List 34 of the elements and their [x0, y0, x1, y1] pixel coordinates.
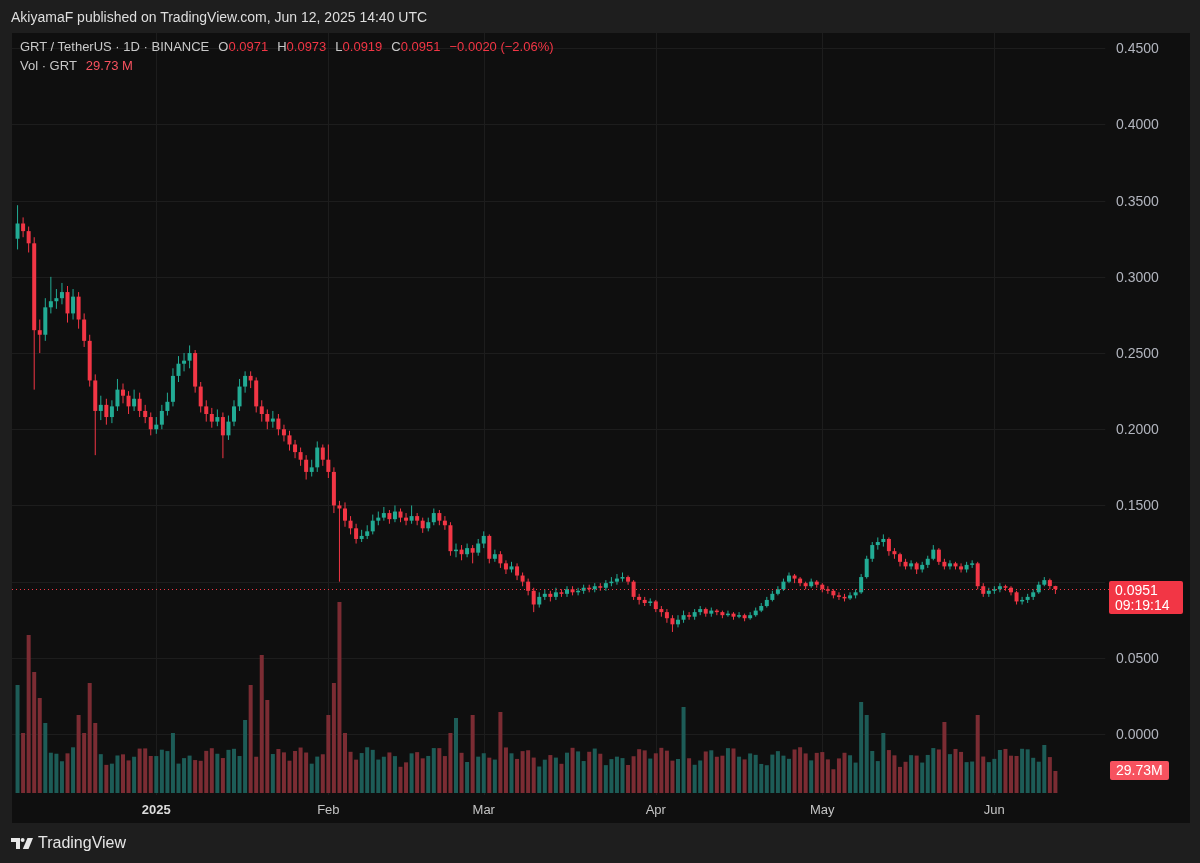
last-price-value: 0.0951	[1115, 582, 1158, 598]
symbol-title: GRT / TetherUS · 1D · BINANCE	[20, 39, 210, 55]
ohlc-label: L	[335, 39, 343, 55]
price-axis-label: 0.2000	[1116, 420, 1159, 439]
ohlc-label: C	[391, 39, 401, 55]
time-axis-label: May	[810, 802, 835, 818]
price-axis-label: 0.3500	[1116, 191, 1159, 210]
price-axis-label: 0.3000	[1116, 267, 1159, 286]
time-axis-label: Jun	[983, 802, 1005, 818]
ohlc-value: 0.0971	[228, 39, 269, 55]
price-change: −0.0020 (−2.06%)	[449, 39, 554, 55]
ohlc-value: 0.0951	[400, 39, 441, 55]
publication-info: AkiyamaF published on TradingView.com, Jun 12, 2025 14:40 UTC	[11, 8, 428, 25]
time-axis-label: Mar	[472, 802, 495, 818]
candlestick	[337, 500, 342, 582]
volume-value: 29.73 M	[85, 58, 133, 74]
ohlc-label: H	[277, 39, 287, 55]
time-axis-label: Apr	[645, 802, 666, 818]
countdown-timer: 09:19:14	[1115, 597, 1170, 613]
price-axis-label: 0.0000	[1116, 725, 1159, 744]
logo-icon	[11, 837, 33, 849]
ohlc-value: 0.0973	[286, 39, 327, 55]
price-axis-label: 0.0500	[1116, 648, 1159, 667]
time-axis-label: Feb	[317, 802, 340, 818]
ohlc-value: 0.0919	[342, 39, 383, 55]
volume-badge: 29.73M	[1110, 761, 1169, 780]
price-axis-label: 0.4500	[1116, 39, 1159, 58]
price-axis-label: 0.4000	[1116, 115, 1159, 134]
ohlc-label: O	[218, 39, 229, 55]
brand-name: TradingView	[38, 834, 127, 852]
price-axis-label: 0.1500	[1116, 496, 1159, 515]
time-axis-label: 2025	[141, 802, 171, 818]
volume-label: Vol · GRT	[20, 58, 77, 74]
price-axis-label: 0.2500	[1116, 344, 1159, 363]
